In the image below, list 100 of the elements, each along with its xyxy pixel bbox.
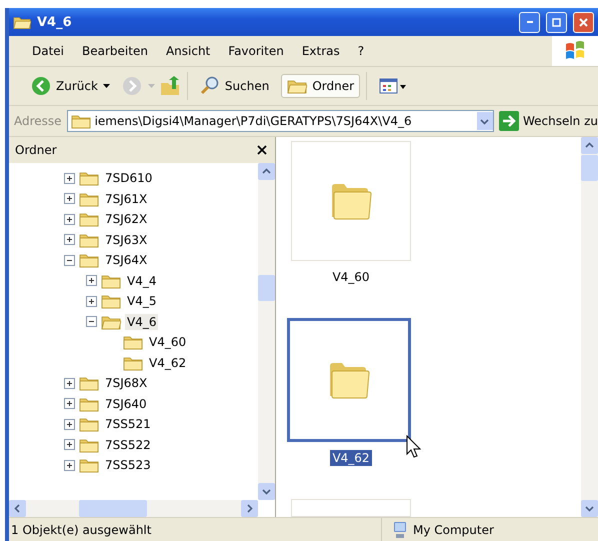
plus-icon — [66, 420, 73, 428]
tree-item[interactable]: V4_5 — [125, 293, 158, 310]
menu-item[interactable]: Extras — [292, 44, 349, 58]
folder-icon — [79, 170, 99, 186]
expand-toggle[interactable] — [86, 296, 97, 307]
menu-item[interactable]: Ansicht — [156, 44, 220, 58]
tree-item[interactable]: 7SS523 — [103, 457, 153, 474]
vertical-scrollbar[interactable] — [581, 137, 598, 517]
folder-icon — [79, 457, 99, 474]
folder-icon — [79, 232, 99, 248]
arrow-right-icon — [498, 111, 519, 131]
tree-item[interactable]: 7SS521 — [103, 416, 153, 432]
tree-item[interactable]: V4_6 — [125, 314, 158, 330]
tree-item[interactable]: 7SJ68X — [103, 375, 150, 392]
chevron-up-icon — [585, 141, 594, 150]
up-folder-icon[interactable] — [160, 76, 181, 96]
folder-icon — [101, 272, 121, 289]
logo-icon — [552, 36, 598, 66]
expand-toggle[interactable] — [64, 460, 75, 471]
tree-item[interactable]: 7SJ61X — [103, 190, 150, 207]
vertical-scrollbar[interactable] — [258, 163, 275, 500]
expand-toggle[interactable] — [64, 193, 75, 204]
folder-name[interactable]: V4_60 — [330, 269, 372, 285]
plus-icon — [88, 277, 95, 284]
go-button[interactable]: Wechseln zu — [498, 111, 598, 131]
scroll-thumb[interactable] — [581, 155, 598, 181]
minimize-button[interactable] — [519, 12, 540, 32]
tree-item[interactable]: 7SD610 — [103, 170, 154, 186]
menu-item[interactable]: Favoriten — [219, 44, 293, 58]
folder-icon — [101, 293, 121, 310]
back-button[interactable]: Zurück — [25, 72, 116, 100]
scroll-thumb[interactable] — [79, 500, 147, 517]
chevron-up-icon — [262, 167, 271, 176]
search-button[interactable]: Suchen — [194, 72, 276, 100]
folder-icon — [70, 113, 91, 129]
folder-icon — [123, 354, 143, 371]
expand-toggle[interactable] — [64, 398, 75, 410]
tree-item[interactable]: 7SJ63X — [103, 232, 150, 248]
folder-icon — [79, 436, 99, 453]
scroll-thumb[interactable] — [258, 275, 275, 301]
plus-icon — [88, 298, 95, 305]
expand-toggle[interactable] — [64, 378, 75, 389]
expand-toggle[interactable] — [64, 172, 75, 184]
caret-icon — [102, 84, 110, 88]
cursor-icon — [406, 435, 422, 459]
folder-icon — [79, 396, 99, 412]
plus-icon — [66, 195, 73, 202]
folders-button[interactable]: Ordner — [281, 74, 360, 98]
chevron-right-icon — [245, 504, 254, 513]
search-icon — [200, 76, 220, 96]
computer-icon — [392, 520, 408, 538]
chevron-left-icon — [13, 504, 22, 513]
tree-item[interactable]: V4_62 — [147, 354, 188, 371]
folder-icon — [287, 78, 308, 94]
maximize-button[interactable] — [546, 12, 567, 32]
expand-toggle[interactable] — [64, 214, 75, 225]
address-label: Adresse — [14, 114, 62, 128]
tree-item[interactable]: 7SJ64X — [103, 252, 150, 268]
window-title: V4_6 — [37, 14, 73, 30]
folder-icon — [101, 314, 121, 330]
close-icon[interactable] — [257, 145, 267, 155]
folder-icon — [327, 360, 371, 400]
plus-icon — [66, 380, 73, 387]
folder-icon — [123, 334, 143, 350]
plus-icon — [66, 236, 73, 244]
menu-item[interactable]: Bearbeiten — [73, 44, 157, 58]
plus-icon — [66, 400, 73, 408]
close-button[interactable] — [573, 12, 594, 32]
plus-icon — [66, 441, 73, 448]
folder-icon — [79, 375, 99, 392]
plus-icon — [66, 174, 73, 182]
tree-item[interactable]: 7SS522 — [103, 436, 153, 453]
expand-toggle[interactable] — [64, 234, 75, 246]
chevron-down-icon — [585, 504, 594, 513]
expand-toggle[interactable] — [64, 418, 75, 430]
menu-item[interactable]: Datei — [23, 44, 74, 58]
plus-icon — [66, 462, 73, 469]
collapse-toggle[interactable] — [86, 316, 97, 328]
tree-item[interactable]: 7SJ62X — [103, 211, 150, 228]
folder-icon — [79, 252, 99, 268]
dropdown-button[interactable] — [476, 112, 493, 130]
tree-item[interactable]: V4_60 — [147, 334, 188, 350]
maximize-icon — [552, 18, 561, 26]
folder-icon — [79, 211, 99, 228]
pane-title: Ordner — [15, 143, 57, 157]
expand-toggle[interactable] — [64, 439, 75, 450]
expand-toggle[interactable] — [86, 275, 97, 286]
folder-icon — [329, 181, 373, 221]
folder-name[interactable]: V4_62 — [330, 450, 372, 466]
folder-icon — [79, 190, 99, 207]
chevron-down-icon — [262, 487, 271, 496]
menu-item[interactable]: ? — [348, 44, 374, 58]
tree-item[interactable]: V4_4 — [125, 272, 158, 289]
collapse-toggle[interactable] — [64, 254, 75, 266]
status-text: 1 Objekt(e) ausgewählt — [9, 518, 382, 541]
tree-item[interactable]: 7SJ640 — [103, 396, 149, 412]
plus-icon — [66, 216, 73, 223]
address-field[interactable]: iemens\Digsi4\Manager\P7di\GERATYPS\7SJ64X\V4_6 — [66, 110, 494, 132]
horizontal-scrollbar[interactable] — [9, 500, 258, 517]
views-icon — [379, 77, 408, 95]
